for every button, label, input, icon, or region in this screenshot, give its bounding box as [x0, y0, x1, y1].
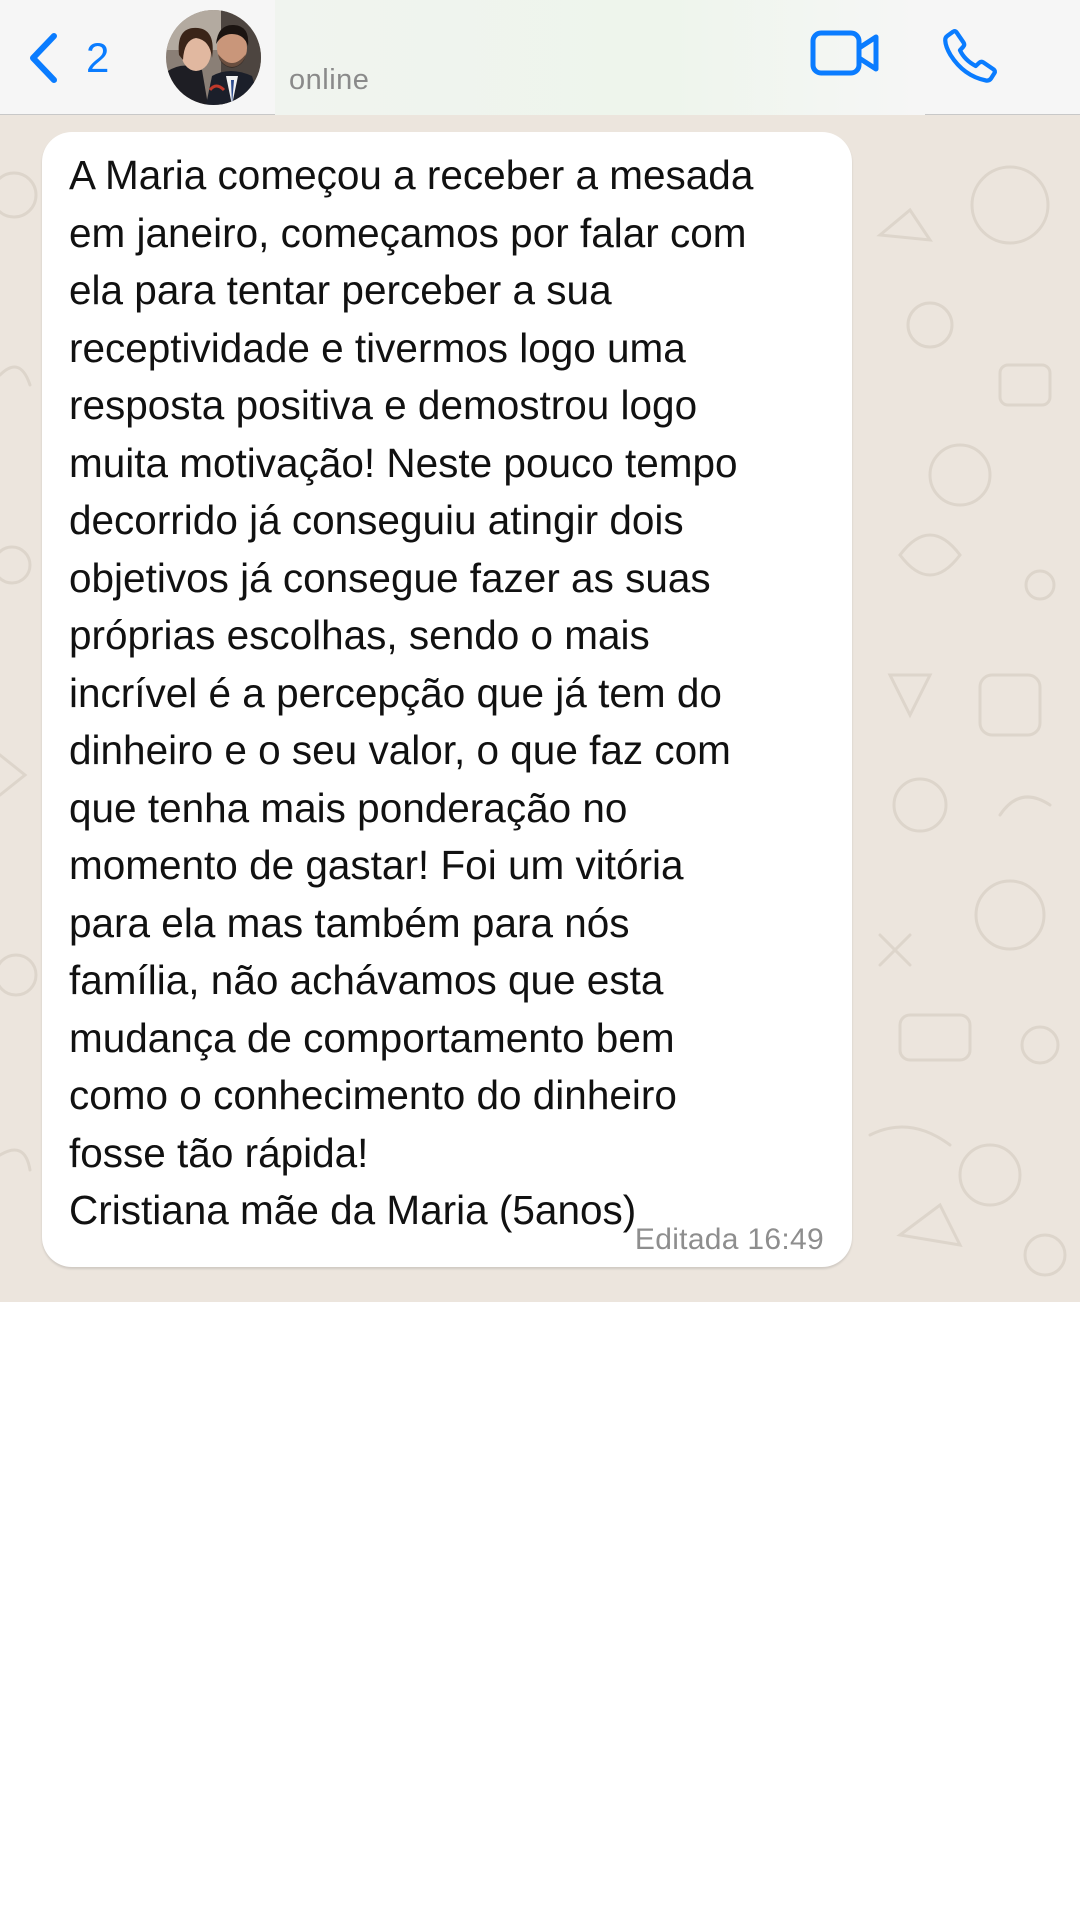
avatar[interactable] [166, 10, 261, 105]
chevron-left-icon [28, 32, 58, 84]
back-button[interactable]: 2 [28, 28, 109, 88]
contact-status: online [289, 64, 370, 96]
video-call-button[interactable] [810, 28, 880, 83]
video-camera-icon [810, 30, 880, 82]
message-meta: Editada 16:49 [635, 1223, 824, 1257]
unread-count: 2 [86, 34, 110, 81]
phone-icon [940, 29, 1000, 90]
voice-call-button[interactable] [940, 26, 1000, 91]
blank-area [0, 1302, 1080, 1920]
chat-header: 2 online [0, 0, 1080, 115]
message-text: A Maria começou a receber a mesada em ja… [69, 152, 754, 1233]
message-bubble[interactable]: A Maria começou a receber a mesada em ja… [42, 132, 852, 1267]
message-time: 16:49 [747, 1223, 824, 1256]
chat-area[interactable]: A Maria começou a receber a mesada em ja… [0, 115, 1080, 1302]
edited-label: Editada [634, 1223, 739, 1256]
